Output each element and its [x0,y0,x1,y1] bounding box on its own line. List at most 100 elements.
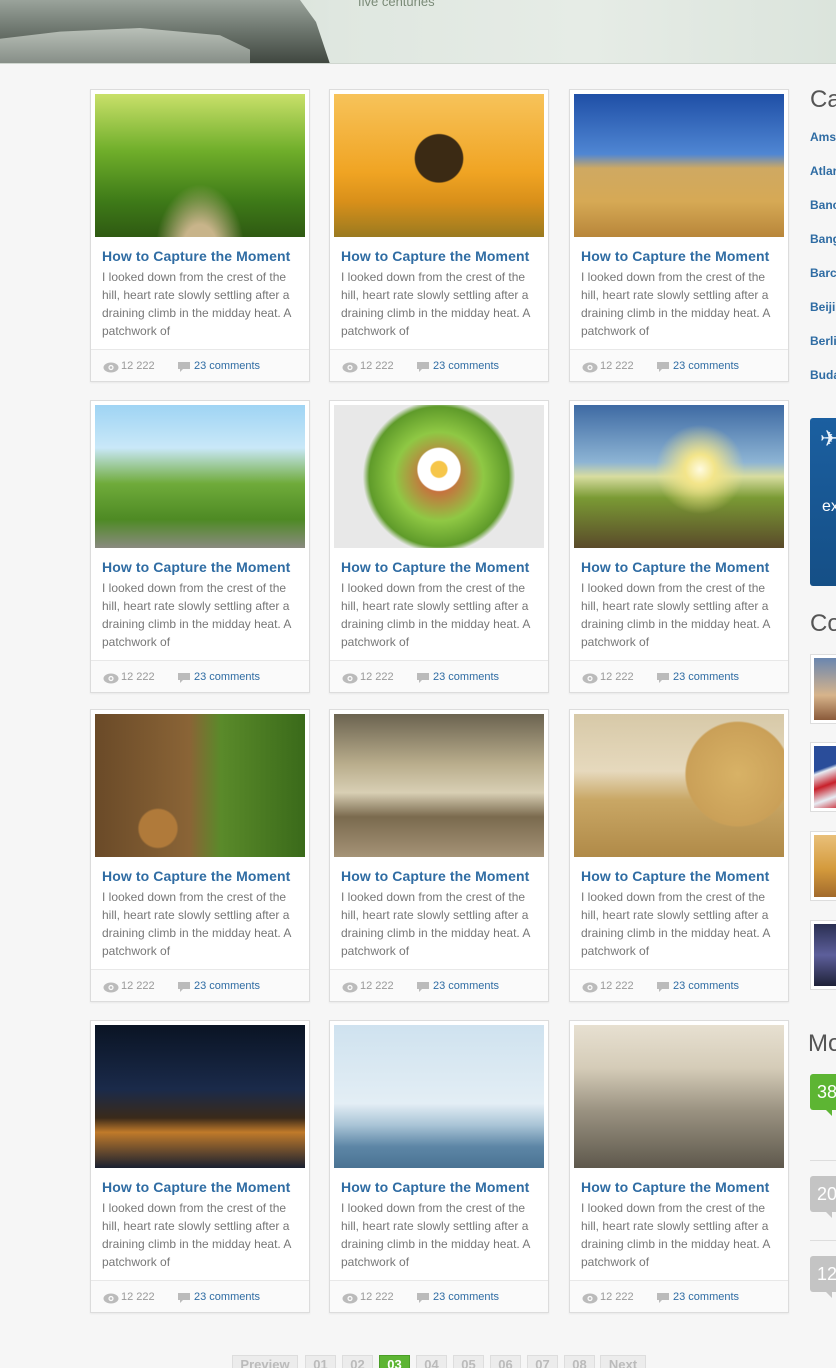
comments-link[interactable]: 23 comments [194,360,260,372]
post-image[interactable] [334,94,544,237]
post-title-link[interactable]: How to Capture the Moment [581,868,769,884]
post-meta: 12 222 23 comments [570,1280,788,1312]
post-title-link[interactable]: How to Capture the Moment [341,868,529,884]
airplane-icon: ✈ [820,426,836,451]
category-link[interactable]: Atlar [810,164,836,178]
sidebar-thumb[interactable] [810,920,836,990]
post-excerpt: I looked down from the crest of the hill… [341,581,530,649]
comments-link[interactable]: 23 comments [673,980,739,992]
post-meta: 12 222 23 comments [330,969,548,1001]
category-link[interactable]: Buda [810,368,836,382]
comments-link[interactable]: 23 comments [433,980,499,992]
page-number-button[interactable]: 05 [453,1355,484,1368]
post-card[interactable]: How to Capture the Moment I looked down f… [569,400,789,693]
post-title-link[interactable]: How to Capture the Moment [581,248,769,264]
post-card[interactable]: How to Capture the Moment I looked down f… [569,709,789,1002]
comments-link[interactable]: 23 comments [673,1291,739,1303]
post-image[interactable] [95,714,305,857]
comments-link[interactable]: 23 comments [194,671,260,683]
eye-icon [103,360,119,373]
comment-bubble-icon [416,360,430,372]
comments-link[interactable]: 23 comments [673,671,739,683]
post-image[interactable] [95,1025,305,1168]
post-title-link[interactable]: How to Capture the Moment [341,1179,529,1195]
post-card[interactable]: How to Capture the Moment I looked down f… [90,89,310,382]
comment-bubble-icon [656,980,670,992]
post-meta: 12 222 23 comments [91,969,309,1001]
eye-icon [342,360,358,373]
post-title-link[interactable]: How to Capture the Moment [341,248,529,264]
category-link[interactable]: Beiji [810,300,835,314]
post-image[interactable] [574,405,784,548]
comment-bubble-icon [656,671,670,683]
sidebar-ad-banner[interactable]: ✈ ex [810,418,836,586]
post-card[interactable]: How to Capture the Moment I looked down f… [329,709,549,1002]
post-meta: 12 222 23 comments [330,1280,548,1312]
page-number-button[interactable]: 02 [342,1355,373,1368]
page-number-button[interactable]: 04 [416,1355,447,1368]
page-number-button[interactable]: 06 [490,1355,521,1368]
post-title-link[interactable]: How to Capture the Moment [102,1179,290,1195]
post-card[interactable]: How to Capture the Moment I looked down f… [90,1020,310,1313]
post-card[interactable]: How to Capture the Moment I looked down f… [569,89,789,382]
page-number-button[interactable]: 08 [564,1355,595,1368]
post-title-link[interactable]: How to Capture the Moment [581,1179,769,1195]
eye-icon [342,671,358,684]
post-meta: 12 222 23 comments [570,969,788,1001]
comments-link[interactable]: 23 comments [673,360,739,372]
post-image[interactable] [574,94,784,237]
page-number-button[interactable]: 01 [305,1355,336,1368]
post-image[interactable] [95,405,305,548]
post-title-link[interactable]: How to Capture the Moment [102,559,290,575]
post-image[interactable] [574,1025,784,1168]
post-card[interactable]: How to Capture the Moment I looked down f… [90,709,310,1002]
post-card[interactable]: How to Capture the Moment I looked down f… [329,89,549,382]
comment-bubble-icon [177,1291,191,1303]
eye-icon [582,980,598,993]
post-meta: 12 222 23 comments [570,349,788,381]
comment-count-badge: 12 [810,1256,836,1298]
comments-link[interactable]: 23 comments [433,1291,499,1303]
third-sidebar-heading: Mo [808,1030,836,1057]
sidebar-thumb[interactable] [810,742,836,812]
post-title-link[interactable]: How to Capture the Moment [102,868,290,884]
post-image[interactable] [334,405,544,548]
comments-link[interactable]: 23 comments [194,980,260,992]
category-link[interactable]: Ams [810,130,836,144]
post-title-link[interactable]: How to Capture the Moment [581,559,769,575]
comments-link[interactable]: 23 comments [194,1291,260,1303]
post-card[interactable]: How to Capture the Moment I looked down f… [569,1020,789,1313]
sidebar-thumb[interactable] [810,831,836,901]
post-excerpt: I looked down from the crest of the hill… [581,1201,770,1269]
page-number-button[interactable]: 03 [379,1355,410,1368]
post-image[interactable] [334,714,544,857]
comment-bubble-icon [416,980,430,992]
post-title-link[interactable]: How to Capture the Moment [341,559,529,575]
sidebar-thumb[interactable] [810,654,836,724]
category-link[interactable]: Banc [810,198,836,212]
comment-bubble-icon [177,671,191,683]
eye-icon [103,671,119,684]
comments-link[interactable]: 23 comments [433,360,499,372]
post-image[interactable] [574,714,784,857]
post-title-link[interactable]: How to Capture the Moment [102,248,290,264]
category-link[interactable]: Bang [810,232,836,246]
eye-icon [103,1291,119,1304]
ad-text: ex [822,498,836,515]
badge-tail [824,1210,832,1218]
category-link[interactable]: Berli [810,334,836,348]
post-image[interactable] [95,94,305,237]
page-number-button[interactable]: 07 [527,1355,558,1368]
comments-link[interactable]: 23 comments [433,671,499,683]
eye-icon [582,1291,598,1304]
category-link[interactable]: Barc [810,266,836,280]
post-card[interactable]: How to Capture the Moment I looked down f… [329,400,549,693]
post-image[interactable] [334,1025,544,1168]
post-excerpt: I looked down from the crest of the hill… [581,581,770,649]
post-card[interactable]: How to Capture the Moment I looked down f… [90,400,310,693]
next-page-button[interactable]: Next [600,1355,646,1368]
post-excerpt: I looked down from the crest of the hill… [102,1201,291,1269]
prev-page-button[interactable]: Preview [232,1355,298,1368]
post-card[interactable]: How to Capture the Moment I looked down f… [329,1020,549,1313]
second-sidebar-heading: Co [810,610,836,637]
